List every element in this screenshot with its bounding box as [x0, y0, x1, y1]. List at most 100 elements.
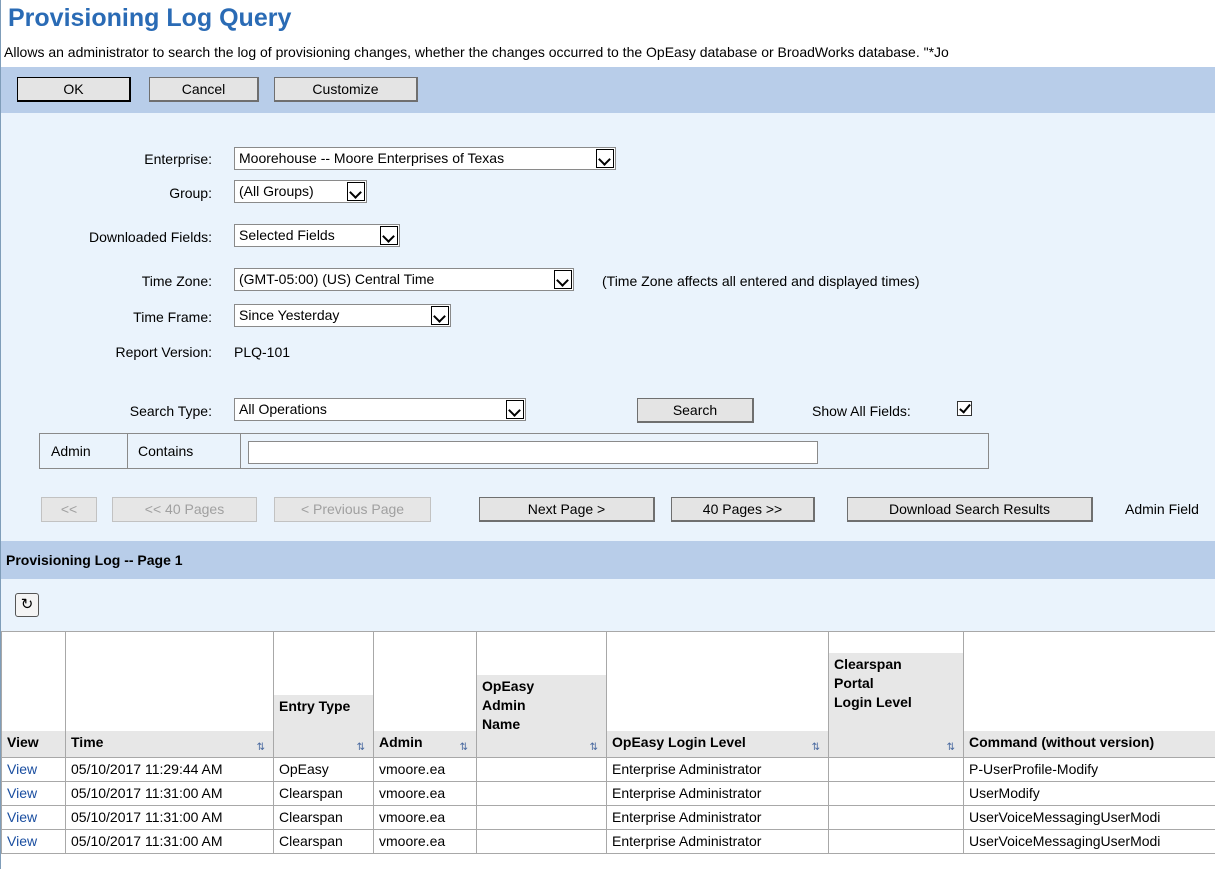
column-header-opeasy-login-level[interactable]: OpEasy Login Level ⇅	[606, 631, 829, 758]
report-version-value: PLQ-101	[234, 344, 291, 360]
download-results-button[interactable]: Download Search Results	[847, 497, 1093, 522]
chevron-down-icon	[506, 400, 524, 419]
command-cell: UserModify	[963, 781, 1215, 806]
timeframe-select[interactable]: Since Yesterday	[234, 304, 451, 327]
entry-type-cell: Clearspan	[273, 805, 374, 830]
log-header-bar	[1, 541, 1215, 579]
command-cell: P-UserProfile-Modify	[963, 757, 1215, 782]
search-type-select[interactable]: All Operations	[234, 398, 526, 421]
downloaded-fields-value: Selected Fields	[239, 227, 335, 243]
filter-operator: Contains	[138, 443, 194, 459]
ok-button[interactable]: OK	[17, 77, 131, 102]
admin-cell: vmoore.ea	[373, 757, 477, 782]
entry-type-cell: Clearspan	[273, 781, 374, 806]
view-link[interactable]: View	[7, 833, 37, 849]
show-all-fields-checkbox[interactable]	[957, 401, 972, 416]
next-page-button[interactable]: Next Page >	[479, 497, 655, 522]
timeframe-select-value: Since Yesterday	[239, 307, 340, 323]
view-link[interactable]: View	[7, 785, 37, 801]
log-table: View Time ⇅ Entry Type ⇅ Admin ⇅ OpEasy Adm…	[1, 631, 1215, 854]
timeframe-label: Time Frame:	[133, 309, 212, 325]
view-link[interactable]: View	[1, 781, 66, 806]
entry-type-cell: Clearspan	[273, 829, 374, 854]
admin-name-cell	[476, 805, 607, 830]
search-button[interactable]: Search	[637, 398, 754, 423]
login-level-cell: Enterprise Administrator	[606, 829, 829, 854]
sort-icon[interactable]: ⇅	[812, 742, 820, 753]
portal-level-cell	[828, 757, 964, 782]
sort-icon[interactable]: ⇅	[257, 742, 265, 753]
show-all-fields-label: Show All Fields:	[812, 403, 911, 419]
downloaded-fields-label: Downloaded Fields:	[89, 229, 212, 245]
time-cell: 05/10/2017 11:31:00 AM	[65, 829, 274, 854]
chevron-down-icon	[596, 149, 614, 168]
timezone-select-value: (GMT-05:00) (US) Central Time	[239, 271, 435, 287]
customize-button[interactable]: Customize	[274, 77, 418, 102]
chevron-down-icon	[431, 306, 449, 325]
group-select-value: (All Groups)	[239, 183, 314, 199]
timezone-note: (Time Zone affects all entered and displ…	[602, 273, 920, 289]
admin-name-cell	[476, 781, 607, 806]
timezone-label: Time Zone:	[141, 273, 212, 289]
filter-value-input[interactable]	[248, 441, 818, 464]
login-level-cell: Enterprise Administrator	[606, 805, 829, 830]
page-title: Provisioning Log Query	[8, 4, 292, 32]
enterprise-select-value: Moorehouse -- Moore Enterprises of Texas	[239, 150, 505, 166]
column-header-clearspan-login-level[interactable]: Clearspan Portal Login Level ⇅	[828, 631, 964, 758]
page: Provisioning Log Query Allows an adminis…	[0, 0, 1215, 869]
admin-name-cell	[476, 757, 607, 782]
portal-level-cell	[828, 781, 964, 806]
filter-divider	[240, 434, 241, 468]
enterprise-select[interactable]: Moorehouse -- Moore Enterprises of Texas	[234, 147, 616, 170]
view-link[interactable]: View	[1, 757, 66, 782]
portal-level-cell	[828, 829, 964, 854]
admin-cell: vmoore.ea	[373, 805, 477, 830]
forward-40-pages-button[interactable]: 40 Pages >>	[671, 497, 815, 522]
admin-fields-link[interactable]: Admin Field	[1125, 501, 1199, 517]
group-label: Group:	[169, 185, 212, 201]
group-select[interactable]: (All Groups)	[234, 180, 367, 203]
sort-icon[interactable]: ⇅	[460, 742, 468, 753]
column-header-admin[interactable]: Admin ⇅	[373, 631, 477, 758]
sort-icon[interactable]: ⇅	[947, 742, 955, 753]
filter-divider	[127, 434, 128, 468]
previous-page-button[interactable]: < Previous Page	[274, 497, 431, 522]
sort-icon[interactable]: ⇅	[357, 742, 365, 753]
chevron-down-icon	[347, 182, 365, 201]
refresh-icon[interactable]: ↻	[15, 593, 39, 617]
report-version-label: Report Version:	[115, 344, 213, 360]
table-row[interactable]: View 05/10/2017 11:31:00 AM Clearspan vmoor…	[1, 805, 1215, 830]
cancel-button[interactable]: Cancel	[149, 77, 259, 102]
admin-name-cell	[476, 829, 607, 854]
filter-field: Admin	[51, 443, 91, 459]
command-cell: UserVoiceMessagingUserModi	[963, 829, 1215, 854]
table-row[interactable]: View 05/10/2017 11:31:00 AM Clearspan vmoor…	[1, 781, 1215, 806]
search-type-label: Search Type:	[129, 403, 212, 419]
column-header-time[interactable]: Time ⇅	[65, 631, 274, 758]
view-link[interactable]: View	[7, 761, 37, 777]
page-description: Allows an administrator to search the lo…	[4, 44, 949, 60]
view-link[interactable]: View	[1, 829, 66, 854]
back-40-pages-button[interactable]: << 40 Pages	[112, 497, 257, 522]
login-level-cell: Enterprise Administrator	[606, 781, 829, 806]
login-level-cell: Enterprise Administrator	[606, 757, 829, 782]
view-link[interactable]: View	[7, 809, 37, 825]
column-header-entry-type[interactable]: Entry Type ⇅	[273, 631, 374, 758]
downloaded-fields-select[interactable]: Selected Fields	[234, 224, 400, 247]
timezone-select[interactable]: (GMT-05:00) (US) Central Time	[234, 268, 574, 291]
view-link[interactable]: View	[1, 805, 66, 830]
query-form	[1, 113, 1215, 541]
entry-type-cell: OpEasy	[273, 757, 374, 782]
column-header-view[interactable]: View	[1, 631, 66, 758]
admin-cell: vmoore.ea	[373, 829, 477, 854]
column-header-opeasy-admin-name[interactable]: OpEasy Admin Name ⇅	[476, 631, 607, 758]
column-header-command[interactable]: Command (without version)	[963, 631, 1215, 758]
sort-icon[interactable]: ⇅	[590, 742, 598, 753]
portal-level-cell	[828, 805, 964, 830]
first-page-button[interactable]: <<	[41, 497, 97, 522]
time-cell: 05/10/2017 11:31:00 AM	[65, 781, 274, 806]
admin-cell: vmoore.ea	[373, 781, 477, 806]
table-row[interactable]: View 05/10/2017 11:29:44 AM OpEasy vmoore.e…	[1, 757, 1215, 782]
action-toolbar: OK Cancel Customize	[1, 67, 1215, 113]
table-row[interactable]: View 05/10/2017 11:31:00 AM Clearspan vmoor…	[1, 829, 1215, 854]
